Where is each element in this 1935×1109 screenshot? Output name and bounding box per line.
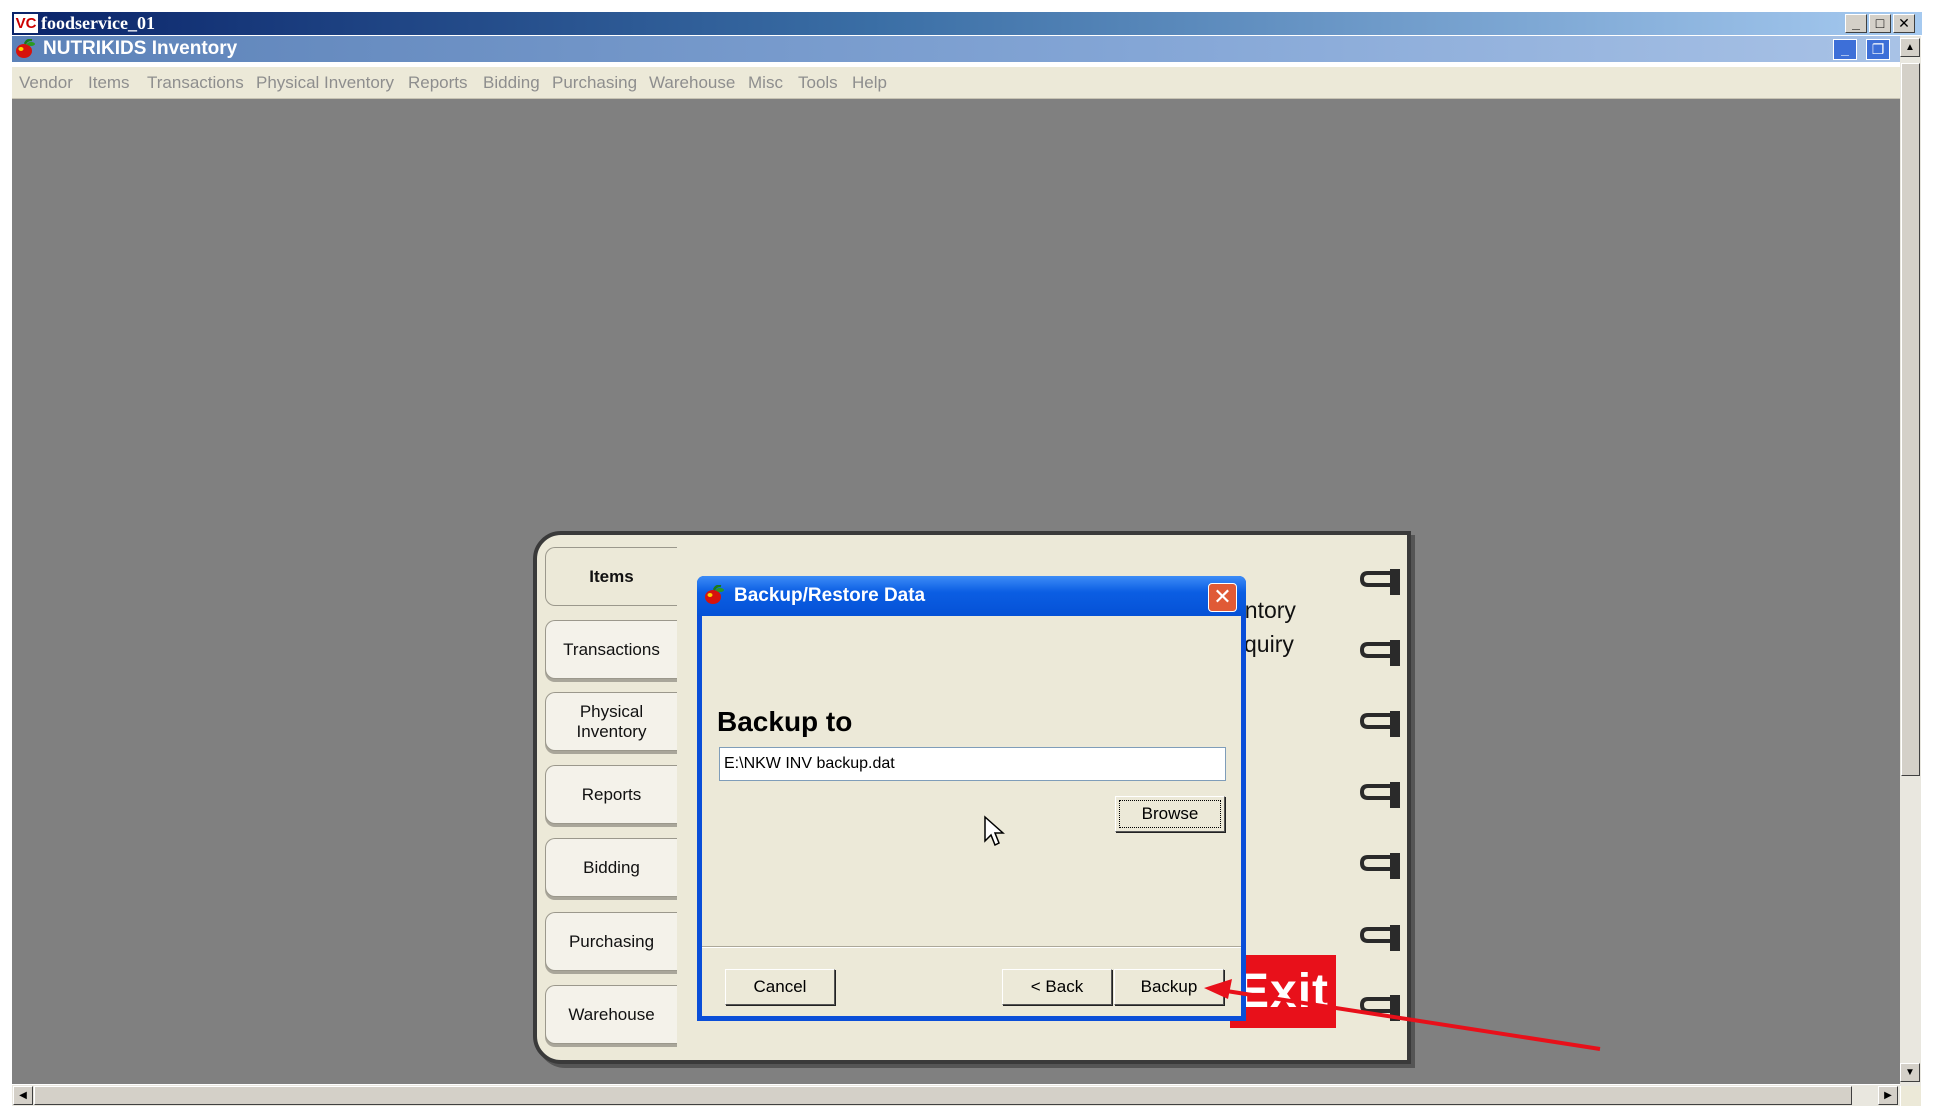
inquiry-label-fragment: quiry [1244,631,1294,657]
vertical-scroll-thumb[interactable] [1901,63,1920,776]
app-icon: VC [14,14,38,33]
menu-misc[interactable]: Misc [748,73,783,93]
dialog-close-icon[interactable]: ✕ [1208,583,1237,612]
tab-transactions-label: Transactions [563,639,660,659]
menu-vendor[interactable]: Vendor [19,73,73,93]
child-minimize-icon[interactable]: _ [1833,39,1857,60]
scroll-down-icon[interactable]: ▼ [1900,1063,1920,1082]
dialog-title: Backup/Restore Data [734,585,926,606]
tab-transactions[interactable]: Transactions [545,620,677,679]
tab-items[interactable]: Items [545,547,677,606]
child-window-titlebar[interactable]: NUTRIKIDS Inventory [12,36,1900,62]
horizontal-scroll-thumb[interactable] [34,1086,1852,1105]
menu-items[interactable]: Items [88,73,130,93]
tab-warehouse[interactable]: Warehouse [545,985,677,1044]
cancel-button[interactable]: Cancel [725,969,835,1005]
outer-window-titlebar[interactable]: VC foodservice_01 [12,12,1922,35]
tab-reports[interactable]: Reports [545,765,677,824]
scroll-left-icon[interactable]: ◀ [13,1086,33,1105]
dialog-body: Backup to Browse Cancel < Back Backup [702,616,1241,1016]
backup-button[interactable]: Backup [1114,969,1224,1005]
maximize-icon[interactable]: □ [1869,14,1891,33]
binder-ring-icon [1360,569,1400,595]
backup-to-heading: Backup to [717,706,853,737]
menu-warehouse[interactable]: Warehouse [649,73,735,93]
tab-physical-inventory-label: Physical Inventory [576,701,647,741]
horizontal-scrollbar[interactable]: ◀ ▶ [12,1085,1900,1106]
binder-ring-icon [1360,711,1400,737]
dialog-separator [702,946,1241,948]
back-button[interactable]: < Back [1002,969,1112,1005]
tab-items-label: Items [589,566,634,586]
apple-icon [704,584,726,611]
tab-physical-inventory[interactable]: Physical Inventory [545,692,677,751]
tab-bidding-label: Bidding [583,857,640,877]
screen: VC foodservice_01 _ □ ✕ NUTRIKIDS Invent… [0,0,1935,1109]
tab-purchasing-label: Purchasing [568,931,655,951]
tab-warehouse-label: Warehouse [568,1004,655,1024]
mouse-cursor-icon [984,815,1005,847]
child-window-title: NUTRIKIDS Inventory [43,38,238,59]
menu-reports[interactable]: Reports [408,73,468,93]
binder-ring-icon [1360,782,1400,808]
tab-reports-label: Reports [581,784,642,804]
tab-bidding[interactable]: Bidding [545,838,677,897]
menu-bidding[interactable]: Bidding [483,73,540,93]
size-grip[interactable] [1901,1086,1921,1106]
menu-physical-inventory[interactable]: Physical Inventory [256,73,394,93]
backup-restore-dialog: Backup/Restore Data ✕ Backup to Browse C… [697,576,1246,1021]
vertical-scrollbar[interactable]: ▲ ▼ [1900,36,1921,1086]
dialog-titlebar[interactable]: Backup/Restore Data ✕ [697,576,1246,616]
tab-purchasing[interactable]: Purchasing [545,912,677,971]
binder-ring-icon [1360,925,1400,951]
scroll-right-icon[interactable]: ▶ [1878,1086,1898,1105]
binder-ring-icon [1360,853,1400,879]
binder-ring-icon [1360,640,1400,666]
menu-help[interactable]: Help [852,73,887,93]
scroll-up-icon[interactable]: ▲ [1900,38,1920,57]
menu-bar: Vendor Items Transactions Physical Inven… [12,67,1900,99]
minimize-icon[interactable]: _ [1845,14,1867,33]
menu-transactions[interactable]: Transactions [147,73,244,93]
window-title: foodservice_01 [41,13,155,33]
close-icon[interactable]: ✕ [1893,14,1915,33]
browse-button[interactable]: Browse [1115,796,1225,832]
child-restore-icon[interactable]: ❐ [1866,39,1890,60]
binder-ring-icon [1360,995,1400,1021]
menu-tools[interactable]: Tools [798,73,838,93]
apple-icon [15,38,37,65]
backup-path-field[interactable] [719,747,1226,781]
menu-purchasing[interactable]: Purchasing [552,73,637,93]
